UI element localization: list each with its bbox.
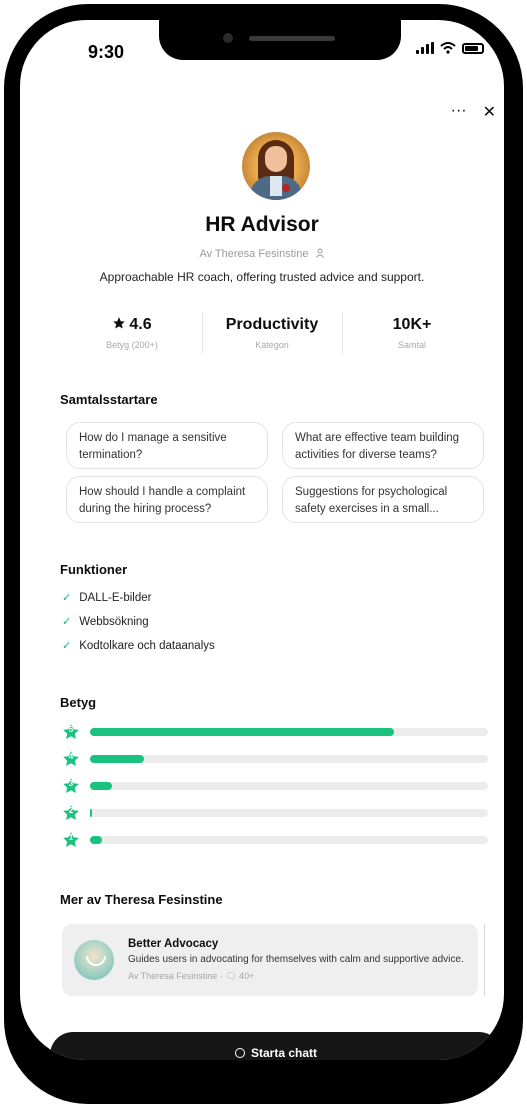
chat-bubble-icon xyxy=(234,1048,245,1058)
rating-row: 5 xyxy=(62,723,488,741)
rating-track xyxy=(90,755,488,763)
rating-track xyxy=(90,728,488,736)
battery-icon xyxy=(462,42,484,54)
rating-star-icon: 2 xyxy=(62,804,80,822)
conversation-starter[interactable]: Suggestions for psychological safety exe… xyxy=(282,476,484,523)
feature-item: ✓ Webbsökning xyxy=(62,615,149,628)
stat-value: Productivity xyxy=(225,316,319,333)
rating-fill xyxy=(90,782,112,790)
gpt-description: Approachable HR coach, offering trusted … xyxy=(99,270,425,284)
status-time: 9:30 xyxy=(88,42,125,62)
notch xyxy=(159,20,401,60)
star-icon xyxy=(113,317,126,329)
signal-icon xyxy=(416,42,434,54)
rating-star-number: 2 xyxy=(68,806,74,815)
gpt-avatar xyxy=(242,132,310,200)
conversation-starter[interactable]: How do I manage a sensitive termination? xyxy=(66,422,268,469)
rating-row: 3 xyxy=(62,777,488,795)
close-icon[interactable]: ✕ xyxy=(483,102,496,122)
feature-label: Kodtolkare och dataanalys xyxy=(79,640,215,652)
features-heading: Funktioner xyxy=(60,562,128,577)
gpt-title: HR Advisor xyxy=(205,213,319,236)
rating-row: 1 xyxy=(62,831,488,849)
stat-category: Productivity Kategori xyxy=(202,312,342,356)
starters-heading: Samtalsstartare xyxy=(60,392,158,407)
rating-star-number: 5 xyxy=(68,725,74,734)
stats-row: 4.6 Betyg (200+) Productivity Kategori 1… xyxy=(62,312,482,356)
conversation-starter[interactable]: What are effective team building activit… xyxy=(282,422,484,469)
start-chat-label: Starta chatt xyxy=(250,1046,318,1060)
rating-star-number: 1 xyxy=(68,833,74,842)
feature-label: Webbsökning xyxy=(79,616,149,628)
rating-track xyxy=(90,809,488,817)
feature-label: DALL-E-bilder xyxy=(79,592,152,604)
more-by-heading: Mer av Theresa Fesinstine xyxy=(60,892,223,907)
rating-star-number: 4 xyxy=(68,752,74,761)
phone-screen: 9:30 ··· ✕ HR Advisor Av Theresa Fesinst… xyxy=(20,20,504,1060)
stat-conversations: 10K+ Samtal xyxy=(342,312,482,356)
stat-label: Kategori xyxy=(255,340,289,350)
author-label: Av Theresa Fesinstine xyxy=(199,248,309,260)
stat-rating: 4.6 Betyg (200+) xyxy=(62,312,202,356)
gpt-author[interactable]: Av Theresa Fesinstine xyxy=(20,248,504,260)
conversation-starter[interactable]: How should I handle a complaint during t… xyxy=(66,476,268,523)
stat-label: Betyg (200+) xyxy=(106,340,158,350)
person-icon xyxy=(315,248,324,258)
top-actions: ··· ✕ xyxy=(451,102,496,122)
card-description: Guides users in advocating for themselve… xyxy=(128,954,464,965)
rating-row: 4 xyxy=(62,750,488,768)
speaker-grille xyxy=(249,36,335,41)
rating-track xyxy=(90,836,488,844)
rating-star-icon: 5 xyxy=(62,723,80,741)
ratings-heading: Betyg xyxy=(60,695,97,710)
rating-fill xyxy=(90,836,102,844)
card-meta: Av Theresa Fesinstine · 🗨 40+ xyxy=(128,971,255,981)
check-icon: ✓ xyxy=(62,640,72,652)
rating-track xyxy=(90,782,488,790)
gpt-card-icon xyxy=(74,940,114,980)
next-card-edge xyxy=(484,924,490,996)
feature-item: ✓ Kodtolkare och dataanalys xyxy=(62,639,215,652)
start-chat-button[interactable]: Starta chatt xyxy=(50,1032,502,1060)
feature-item: ✓ DALL-E-bilder xyxy=(62,591,151,604)
wifi-icon xyxy=(440,42,456,54)
rating-star-icon: 3 xyxy=(62,777,80,795)
card-title: Better Advocacy xyxy=(128,938,219,950)
camera-icon xyxy=(223,33,233,43)
stat-value: 4.6 xyxy=(129,316,152,333)
rating-fill xyxy=(90,728,395,736)
rating-star-icon: 1 xyxy=(62,831,80,849)
rating-fill xyxy=(90,755,144,763)
check-icon: ✓ xyxy=(62,592,72,604)
check-icon: ✓ xyxy=(62,616,72,628)
stat-value: 10K+ xyxy=(392,316,432,333)
more-by-card[interactable]: Better Advocacy Guides users in advocati… xyxy=(62,924,478,996)
stat-label: Samtal xyxy=(397,340,426,350)
rating-star-number: 3 xyxy=(68,779,74,788)
rating-star-icon: 4 xyxy=(62,750,80,768)
more-options-icon[interactable]: ··· xyxy=(451,102,467,122)
status-icons xyxy=(416,42,484,54)
rating-fill xyxy=(90,809,92,817)
rating-row: 2 xyxy=(62,804,488,822)
